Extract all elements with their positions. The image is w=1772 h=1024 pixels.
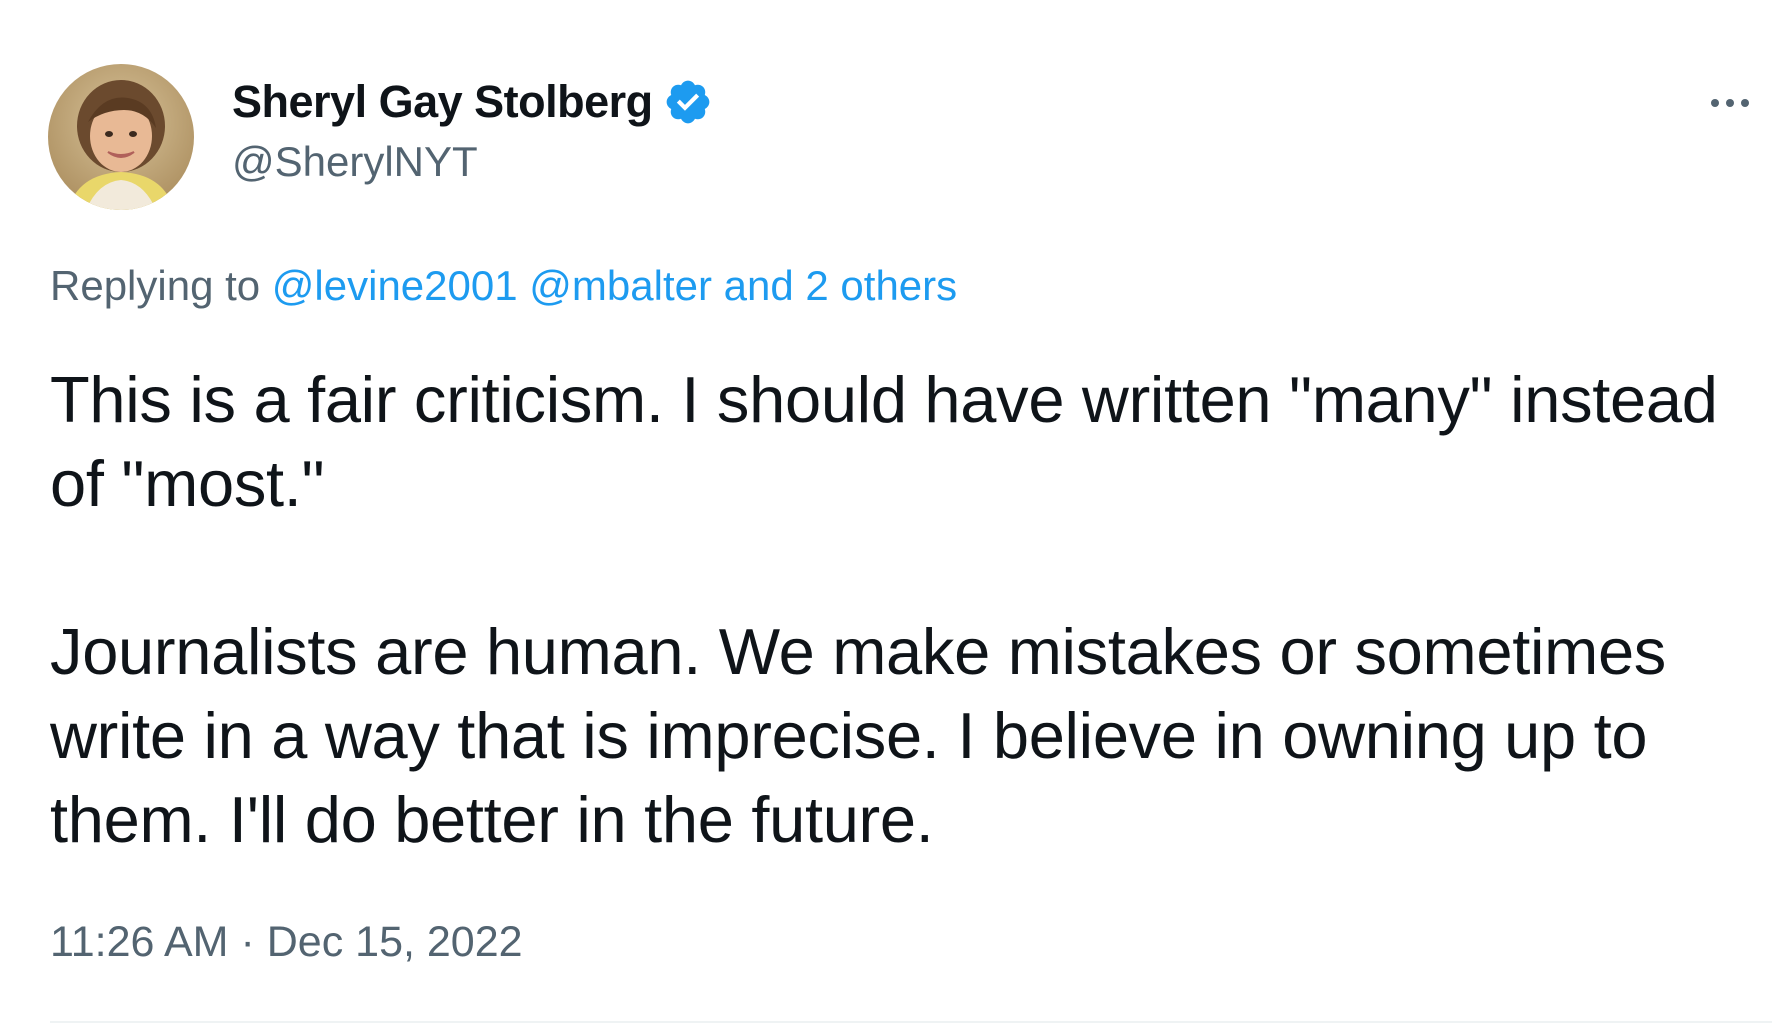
- author-name-row: Sheryl Gay Stolberg: [232, 74, 713, 130]
- verified-badge-icon[interactable]: [663, 77, 713, 127]
- tweet-time[interactable]: 11:26 AM: [50, 918, 229, 966]
- mention-link[interactable]: @levine2001: [272, 262, 518, 309]
- mention-link[interactable]: @mbalter: [529, 262, 712, 309]
- profile-photo-icon: [48, 64, 194, 210]
- tweet-date[interactable]: Dec 15, 2022: [267, 918, 523, 966]
- tweet-text: This is a fair criticism. I should have …: [50, 358, 1730, 862]
- more-options-button[interactable]: [1700, 78, 1760, 128]
- more-horizontal-icon-dot: [1741, 99, 1749, 107]
- timestamp-separator: ·: [240, 918, 255, 966]
- reply-context: Replying to @levine2001 @mbalter and 2 o…: [50, 262, 957, 310]
- tweet-paragraph: Journalists are human. We make mistakes …: [50, 615, 1684, 856]
- tweet-paragraph: This is a fair criticism. I should have …: [50, 363, 1736, 520]
- author-avatar[interactable]: [48, 64, 194, 210]
- more-horizontal-icon-dot: [1726, 99, 1734, 107]
- reply-context-prefix: Replying to: [50, 262, 261, 309]
- divider: [50, 1021, 1772, 1023]
- tweet-card: Sheryl Gay Stolberg @SherylNYT Replying …: [0, 0, 1772, 1024]
- author-display-name[interactable]: Sheryl Gay Stolberg: [232, 76, 653, 128]
- more-horizontal-icon: [1711, 99, 1719, 107]
- author-handle[interactable]: @SherylNYT: [232, 138, 478, 186]
- tweet-timestamp: 11:26 AM · Dec 15, 2022: [50, 918, 523, 967]
- reply-others-link[interactable]: and 2 others: [724, 262, 958, 309]
